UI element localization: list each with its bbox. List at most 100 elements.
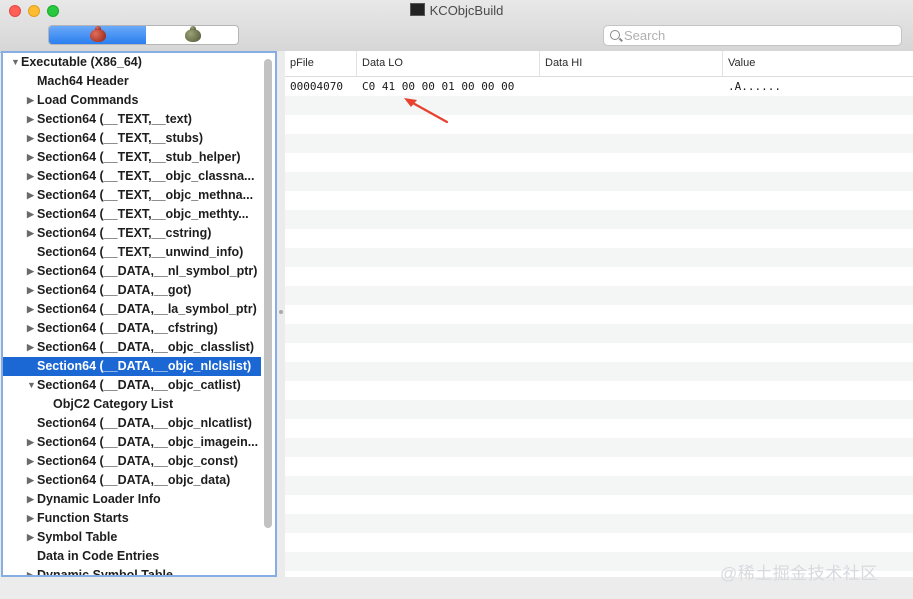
disclosure-expanded-icon[interactable]: ▼ <box>11 53 20 72</box>
disclosure-collapsed-icon[interactable]: ▶ <box>27 224 34 243</box>
table-row[interactable]: 00004070 C0 41 00 00 01 00 00 00 .A...... <box>285 77 913 96</box>
disclosure-expanded-icon[interactable]: ▼ <box>27 376 36 395</box>
disclosure-collapsed-icon[interactable]: ▶ <box>27 281 34 300</box>
cell-value: .A...... <box>728 80 781 93</box>
search-field <box>603 25 902 46</box>
outline-row-label: Section64 (__TEXT,__text) <box>37 112 192 126</box>
table-row-empty <box>285 495 913 514</box>
green-bug-icon <box>185 26 201 42</box>
segment-raw-button[interactable] <box>49 26 146 44</box>
outline-row-label: Section64 (__TEXT,__objc_methna... <box>37 188 254 202</box>
outline-row-label: Section64 (__DATA,__objc_catlist) <box>37 378 241 392</box>
disclosure-collapsed-icon[interactable]: ▶ <box>27 566 34 575</box>
outline-row[interactable]: ObjC2 Category List <box>3 395 261 414</box>
disclosure-collapsed-icon[interactable]: ▶ <box>27 91 34 110</box>
disclosure-collapsed-icon[interactable]: ▶ <box>27 300 34 319</box>
outline-row[interactable]: ▶ Section64 (__TEXT,__objc_methna... <box>3 186 261 205</box>
table-row-empty <box>285 153 913 172</box>
column-header-pfile[interactable]: pFile <box>285 51 357 76</box>
divider-grip-icon <box>279 310 283 314</box>
outline-row[interactable]: ▶ Section64 (__DATA,__nl_symbol_ptr) <box>3 262 261 281</box>
disclosure-collapsed-icon[interactable]: ▶ <box>27 167 34 186</box>
outline-row-label: Section64 (__TEXT,__objc_classna... <box>37 169 255 183</box>
outline-scrollbar[interactable] <box>263 55 273 575</box>
red-bug-icon <box>89 26 106 42</box>
watermark-text: @稀土掘金技术社区 <box>720 564 878 583</box>
outline-row[interactable]: ▶ Section64 (__DATA,__objc_const) <box>3 452 261 471</box>
table-row-empty <box>285 191 913 210</box>
outline-row-label: Section64 (__TEXT,__objc_methty... <box>37 207 249 221</box>
disclosure-collapsed-icon[interactable]: ▶ <box>27 471 34 490</box>
table-row-empty <box>285 362 913 381</box>
outline-row[interactable]: Mach64 Header <box>3 72 261 91</box>
table-row-empty <box>285 381 913 400</box>
outline-row[interactable]: Section64 (__DATA,__objc_nlclslist) <box>3 357 261 376</box>
data-table: pFile Data LO Data HI Value 00004070 C0 4… <box>285 51 913 577</box>
terminal-icon <box>409 3 425 16</box>
column-header-data-hi[interactable]: Data HI <box>540 51 723 76</box>
split-view-divider[interactable] <box>277 51 285 577</box>
outline-scrollbar-thumb[interactable] <box>264 59 272 528</box>
outline-row-label: Section64 (__DATA,__objc_nlcatlist) <box>37 416 252 430</box>
cell-data-lo: C0 41 00 00 01 00 00 00 <box>362 80 515 93</box>
outline-row[interactable]: ▶ Symbol Table <box>3 528 261 547</box>
column-header-data-lo[interactable]: Data LO <box>357 51 540 76</box>
column-header-value[interactable]: Value <box>723 51 913 76</box>
disclosure-collapsed-icon[interactable]: ▶ <box>27 319 34 338</box>
table-row-empty <box>285 514 913 533</box>
outline-row[interactable]: ▼ Section64 (__DATA,__objc_catlist) <box>3 376 261 395</box>
outline-row[interactable]: ▶ Section64 (__TEXT,__objc_classna... <box>3 167 261 186</box>
disclosure-collapsed-icon[interactable]: ▶ <box>27 186 34 205</box>
outline-row[interactable]: ▶ Function Starts <box>3 509 261 528</box>
outline-row-label: Section64 (__TEXT,__stubs) <box>37 131 204 145</box>
outline-row-label: Symbol Table <box>37 530 118 544</box>
disclosure-collapsed-icon[interactable]: ▶ <box>27 433 34 452</box>
outline-row-label: Data in Code Entries <box>37 549 160 563</box>
outline-row[interactable]: ▶ Section64 (__TEXT,__stubs) <box>3 129 261 148</box>
disclosure-collapsed-icon[interactable]: ▶ <box>27 110 34 129</box>
search-icon <box>610 30 620 40</box>
table-row-empty <box>285 248 913 267</box>
outline-row-label: Dynamic Loader Info <box>37 492 161 506</box>
outline-row-label: Section64 (__DATA,__nl_symbol_ptr) <box>37 264 258 278</box>
outline-row[interactable]: Section64 (__TEXT,__unwind_info) <box>3 243 261 262</box>
table-row-empty <box>285 229 913 248</box>
outline-row-label: Function Starts <box>37 511 129 525</box>
outline-row[interactable]: ▶ Section64 (__DATA,__la_symbol_ptr) <box>3 300 261 319</box>
outline-row[interactable]: Section64 (__DATA,__objc_nlcatlist) <box>3 414 261 433</box>
disclosure-collapsed-icon[interactable]: ▶ <box>27 148 34 167</box>
disclosure-collapsed-icon[interactable]: ▶ <box>27 452 34 471</box>
disclosure-collapsed-icon[interactable]: ▶ <box>27 509 34 528</box>
outline-row-label: Section64 (__DATA,__cfstring) <box>37 321 218 335</box>
outline-row[interactable]: ▶ Section64 (__DATA,__objc_classlist) <box>3 338 261 357</box>
outline-row-label: Section64 (__TEXT,__unwind_info) <box>37 245 244 259</box>
disclosure-collapsed-icon[interactable]: ▶ <box>27 490 34 509</box>
table-row-empty <box>285 400 913 419</box>
outline-row[interactable]: ▶ Section64 (__TEXT,__stub_helper) <box>3 148 261 167</box>
outline-row[interactable]: ▶ Section64 (__TEXT,__objc_methty... <box>3 205 261 224</box>
outline-row[interactable]: ▶ Dynamic Symbol Table <box>3 566 261 575</box>
outline-row[interactable]: Data in Code Entries <box>3 547 261 566</box>
outline-row-label: Section64 (__DATA,__objc_nlclslist) <box>37 359 252 373</box>
outline-row[interactable]: ▼ Executable (X86_64) <box>3 53 261 72</box>
disclosure-collapsed-icon[interactable]: ▶ <box>27 338 34 357</box>
outline-row[interactable]: ▶ Section64 (__TEXT,__text) <box>3 110 261 129</box>
table-row-empty <box>285 533 913 552</box>
outline-row[interactable]: ▶ Section64 (__DATA,__cfstring) <box>3 319 261 338</box>
cell-data-hi <box>540 77 723 96</box>
disclosure-collapsed-icon[interactable]: ▶ <box>27 129 34 148</box>
outline-row[interactable]: ▶ Section64 (__TEXT,__cstring) <box>3 224 261 243</box>
outline-row[interactable]: ▶ Load Commands <box>3 91 261 110</box>
outline-row[interactable]: ▶ Section64 (__DATA,__objc_data) <box>3 471 261 490</box>
search-input[interactable] <box>624 26 894 45</box>
outline-row[interactable]: ▶ Dynamic Loader Info <box>3 490 261 509</box>
segment-rva-button[interactable] <box>146 26 238 44</box>
outline-row-label: Section64 (__DATA,__got) <box>37 283 192 297</box>
outline-row[interactable]: ▶ Section64 (__DATA,__objc_imagein... <box>3 433 261 452</box>
disclosure-collapsed-icon[interactable]: ▶ <box>27 528 34 547</box>
outline-tree: ▼ Executable (X86_64) Mach64 Header ▶ Load C… <box>3 53 261 575</box>
outline-row[interactable]: ▶ Section64 (__DATA,__got) <box>3 281 261 300</box>
table-row-empty <box>285 115 913 134</box>
disclosure-collapsed-icon[interactable]: ▶ <box>27 205 34 224</box>
disclosure-collapsed-icon[interactable]: ▶ <box>27 262 34 281</box>
